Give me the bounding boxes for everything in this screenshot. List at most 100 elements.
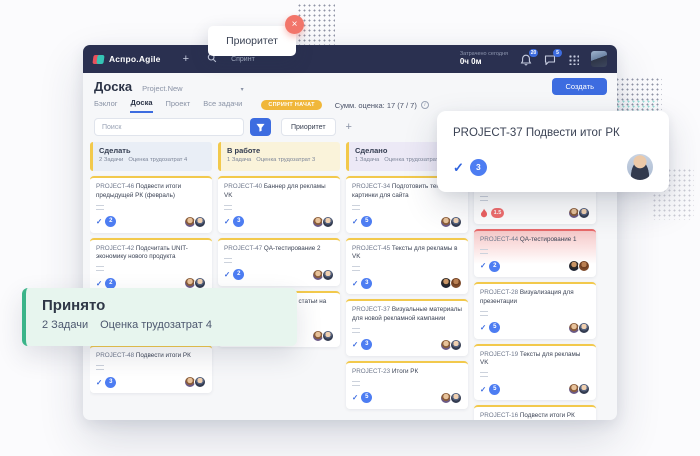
time-tracked-label: Затрачено сегодня <box>460 51 508 58</box>
description-icon <box>480 249 488 254</box>
checklist-check-icon: ✓ <box>352 218 358 226</box>
add-filter-button[interactable]: + <box>346 121 352 133</box>
checklist-count-badge: 3 <box>105 377 116 388</box>
create-plus-icon[interactable]: + <box>183 54 189 65</box>
checklist-check-icon: ✓ <box>96 379 102 387</box>
assignee-avatars <box>184 376 206 388</box>
task-card[interactable]: PROJECT-28 Визуализация для презентации ✓… <box>474 282 596 339</box>
checklist-count-badge: 5 <box>489 384 500 395</box>
assignee-avatar[interactable] <box>450 216 462 228</box>
assignee-avatars <box>440 216 462 228</box>
task-title: PROJECT-28 Визуализация для презентации <box>480 289 590 307</box>
assignee-avatar[interactable] <box>627 154 653 180</box>
tab-board[interactable]: Доска <box>130 98 152 113</box>
assignee-avatars <box>184 216 206 228</box>
task-title: PROJECT-19 Тексты для рекламы VK <box>480 351 590 369</box>
time-alert-badge: 1.5 <box>491 208 504 218</box>
checklist-count-badge: 3 <box>470 159 487 176</box>
task-card[interactable]: PROJECT-37 Визуальные материалы для ново… <box>346 299 468 356</box>
create-button[interactable]: Создать <box>552 78 607 95</box>
accepted-estimate: Оценка трудозатрат 4 <box>100 319 212 331</box>
logo-icon <box>93 54 104 65</box>
task-title: PROJECT-16 Подвести итоги РК <box>480 412 590 420</box>
estimate-summary: Сумм. оценка: 17 (7 / 7) i <box>335 101 429 110</box>
description-icon <box>480 196 488 201</box>
assignee-avatar[interactable] <box>450 392 462 404</box>
assignee-avatar[interactable] <box>322 330 334 342</box>
checklist-count-badge: 3 <box>233 216 244 227</box>
assignee-avatars <box>568 322 590 334</box>
assignee-avatar[interactable] <box>578 322 590 334</box>
kanban-column: В работе1 ЗадачаОценка трудозатрат 3 PROJ… <box>218 142 340 420</box>
checklist-check-icon: ✓ <box>352 280 358 288</box>
task-title: PROJECT-23 Итоги РК <box>352 368 462 377</box>
accepted-column-callout: Принято 2 Задачи Оценка трудозатрат 4 <box>22 288 297 346</box>
checklist-count-badge: 3 <box>361 278 372 289</box>
checklist-count-badge: 5 <box>489 322 500 333</box>
checklist-count-badge: 3 <box>361 339 372 350</box>
top-navigation-bar: Аспро.Agile + Спринт Затрачено сегодня 0… <box>83 45 617 73</box>
task-card[interactable]: PROJECT-47 QA-тестирование 2✓2 <box>218 238 340 286</box>
assignee-avatars <box>312 216 334 228</box>
assignee-avatar[interactable] <box>322 216 334 228</box>
task-title: PROJECT-45 Тексты для рекламы в VK <box>352 245 462 263</box>
column-header: Сделать2 ЗадачиОценка трудозатрат 4 <box>90 142 212 171</box>
assignee-avatars <box>440 392 462 404</box>
chevron-down-icon: ▾ <box>241 87 244 93</box>
tab-backlog[interactable]: Бэклог <box>94 99 117 112</box>
assignee-avatar[interactable] <box>578 260 590 272</box>
task-card[interactable]: PROJECT-44 QA-тестирование 1✓2 <box>474 229 596 277</box>
assignee-avatar[interactable] <box>450 277 462 289</box>
task-card[interactable]: PROJECT-19 Тексты для рекламы VK✓5 <box>474 344 596 401</box>
assignee-avatar[interactable] <box>322 269 334 281</box>
messages-chat-icon[interactable]: 5 <box>544 53 556 65</box>
description-icon <box>96 365 104 370</box>
assignee-avatar[interactable] <box>450 339 462 351</box>
deadline-fire-icon <box>480 208 488 218</box>
priority-filter-chip[interactable]: Приоритет <box>281 118 336 136</box>
column-meta: 1 ЗадачаОценка трудозатрат 3 <box>227 157 334 163</box>
info-icon[interactable]: i <box>421 101 429 109</box>
description-icon <box>352 205 360 210</box>
close-icon[interactable]: × <box>285 15 304 34</box>
priority-callout-tooltip: Приоритет × <box>208 26 296 56</box>
task-card[interactable]: PROJECT-40 Баннер для рекламы VK✓3 <box>218 176 340 233</box>
column-header: В работе1 ЗадачаОценка трудозатрат 3 <box>218 142 340 171</box>
app-logo[interactable]: Аспро.Agile <box>93 54 161 65</box>
assignee-avatars <box>568 260 590 272</box>
assignee-avatar[interactable] <box>194 376 206 388</box>
task-card[interactable]: PROJECT-42 Подсчитать UNIT-экономику нов… <box>90 238 212 295</box>
task-card-callout[interactable]: PROJECT-37 Подвести итог РК ✓ 3 <box>437 111 669 192</box>
page-title: Доска <box>94 79 132 94</box>
checklist-check-icon: ✓ <box>96 218 102 226</box>
message-count-badge: 5 <box>553 49 562 57</box>
nav-menu-item[interactable]: Спринт <box>231 56 255 63</box>
tab-project[interactable]: Проект <box>166 99 191 112</box>
assignee-avatar[interactable] <box>578 383 590 395</box>
description-icon <box>352 381 360 386</box>
checklist-check-icon: ✓ <box>96 280 102 288</box>
column-meta: 2 ЗадачиОценка трудозатрат 4 <box>99 157 206 163</box>
description-icon <box>352 328 360 333</box>
kanban-column: Сделать2 ЗадачиОценка трудозатрат 4 PROJE… <box>90 142 212 420</box>
task-card-title: PROJECT-37 Подвести итог РК <box>453 127 653 139</box>
apps-grid-icon[interactable] <box>568 54 579 65</box>
tab-all-tasks[interactable]: Все задачи <box>203 99 242 112</box>
task-card[interactable]: PROJECT-23 Итоги РК✓5 <box>346 361 468 409</box>
time-tracker: Затрачено сегодня 0ч 0м <box>460 51 508 68</box>
task-title: PROJECT-44 QA-тестирование 1 <box>480 236 590 245</box>
search-input[interactable] <box>94 118 244 136</box>
assignee-avatar[interactable] <box>578 207 590 219</box>
user-avatar[interactable] <box>591 51 607 67</box>
assignee-avatars <box>312 330 334 342</box>
task-card[interactable]: PROJECT-48 Подвести итоги РК✓3 <box>90 345 212 393</box>
notifications-bell-icon[interactable]: 20 <box>520 53 532 65</box>
task-card[interactable]: PROJECT-46 Подвести итоги предыдущей РК … <box>90 176 212 233</box>
assignee-avatar[interactable] <box>194 216 206 228</box>
project-selector[interactable]: Project.New▾ <box>142 84 243 93</box>
task-card[interactable]: PROJECT-45 Тексты для рекламы в VK ✓3 <box>346 238 468 295</box>
checklist-check-icon: ✓ <box>480 324 486 332</box>
filter-button[interactable] <box>250 118 271 136</box>
task-card[interactable]: PROJECT-16 Подвести итоги РК <box>474 405 596 420</box>
description-icon <box>96 205 104 210</box>
